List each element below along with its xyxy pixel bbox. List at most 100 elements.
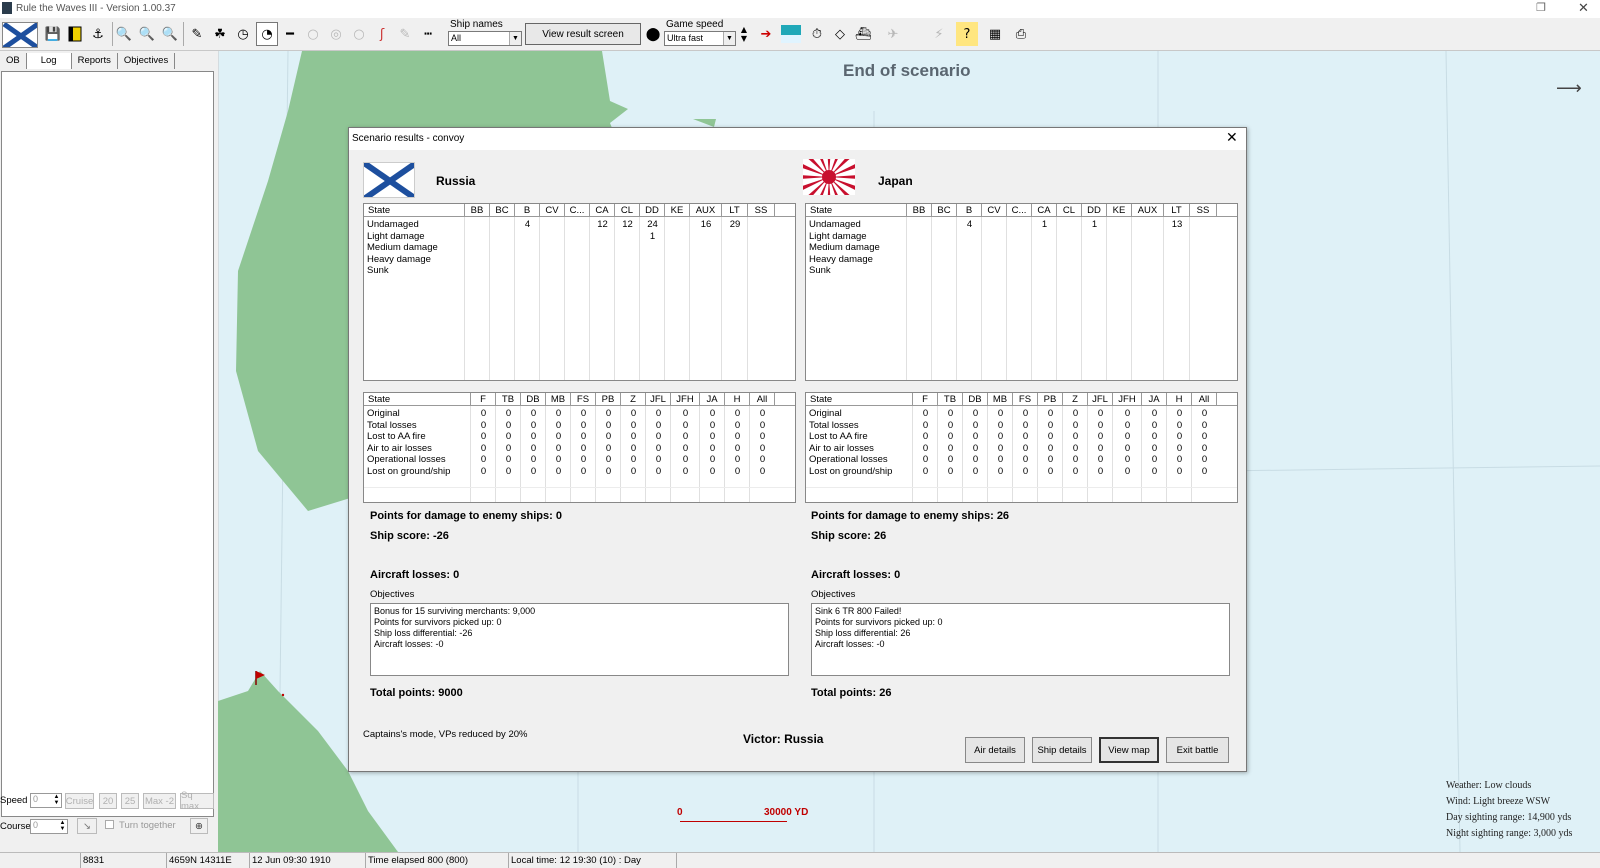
formation-icon[interactable]: ☘ [209,22,231,46]
zoom-fit-icon[interactable]: 🔍 [159,22,181,46]
circle-dim-icon[interactable]: ○ [348,22,370,46]
column-header[interactable]: JFL [646,393,671,406]
view-result-screen-button[interactable]: View result screen [525,23,641,45]
column-header[interactable]: BB [907,204,932,217]
column-header[interactable]: LT [1164,204,1190,217]
column-header[interactable]: CA [1032,204,1057,217]
turn-together-checkbox[interactable] [105,820,114,829]
russian-flag-icon[interactable] [2,22,38,48]
right-aircraft-table[interactable]: State F TB DB MB FS PB Z JFL JFH JA H All Original 0 0 0… [805,392,1238,503]
red-arrow-icon[interactable]: ➔ [755,22,777,46]
close-icon[interactable]: ✕ [1226,130,1238,146]
tab-log[interactable]: Log [26,53,72,69]
fleet-icon[interactable]: ⚓ [87,22,109,46]
column-header[interactable]: JA [1142,393,1167,406]
column-header[interactable]: All [1192,393,1217,406]
column-header[interactable]: DB [963,393,988,406]
clock-icon[interactable]: ◷ [232,22,254,46]
speed-max2-button[interactable]: Max -2 [143,793,176,809]
column-header[interactable]: Z [621,393,646,406]
ship-names-select[interactable]: All ▼ [448,31,522,46]
column-header[interactable]: F [913,393,938,406]
column-header[interactable]: All [750,393,775,406]
speed-20-button[interactable]: 20 [99,793,117,809]
column-header[interactable]: SS [748,204,775,217]
column-header[interactable]: FS [1013,393,1038,406]
record-icon[interactable]: ⬤ [645,26,661,42]
column-header[interactable]: JFH [1113,393,1142,406]
column-header[interactable]: CV [982,204,1007,217]
column-header[interactable]: BC [490,204,515,217]
column-header[interactable]: TB [496,393,521,406]
left-objectives-list[interactable]: Bonus for 15 surviving merchants: 9,000 … [370,603,789,676]
column-header[interactable]: TB [938,393,963,406]
column-header[interactable]: CL [1057,204,1082,217]
column-header[interactable]: Z [1063,393,1088,406]
column-header[interactable]: State [364,393,471,406]
column-header[interactable]: B [515,204,540,217]
lightning-icon[interactable]: ⚡ [928,22,950,46]
speed-25-button[interactable]: 25 [121,793,139,809]
circle-target-icon[interactable]: ◎ [325,22,347,46]
column-header[interactable]: KE [1107,204,1132,217]
torpedo-track-icon[interactable]: ʃ [371,22,393,46]
column-header[interactable]: AUX [690,204,722,217]
aircraft-icon[interactable]: ✈ [878,22,908,46]
column-header[interactable]: State [806,204,907,217]
restore-icon[interactable]: ❐ [1536,1,1546,14]
stopwatch-icon[interactable]: ⏱ [806,22,828,46]
view-map-button[interactable]: View map [1099,737,1159,763]
circle-green-icon[interactable]: ○ [302,22,324,46]
column-header[interactable]: FS [571,393,596,406]
ship-icon[interactable]: ⛴ [852,22,874,46]
right-objectives-list[interactable]: Sink 6 TR 800 Failed! Points for survivo… [811,603,1230,676]
column-header[interactable]: JFH [671,393,700,406]
log-list[interactable] [1,71,214,817]
column-header[interactable]: BB [465,204,490,217]
right-ship-damage-table[interactable]: State BB BC B CV C... CA CL DD KE AUX LT SS Undamaged… [805,203,1238,381]
speed-sqmax-button[interactable]: Sq max [180,790,214,812]
column-header[interactable]: DB [521,393,546,406]
pencil-icon[interactable]: ✎ [394,22,416,46]
column-header[interactable]: PB [596,393,621,406]
column-header[interactable]: JA [700,393,725,406]
speed-cruise-button[interactable]: Cruise [65,793,94,809]
column-header[interactable]: H [1167,393,1192,406]
column-header[interactable]: AUX [1132,204,1164,217]
column-header[interactable]: MB [988,393,1013,406]
column-header[interactable]: DD [1082,204,1107,217]
help-icon[interactable]: ? [956,22,978,46]
column-header[interactable]: CL [615,204,640,217]
exit-battle-button[interactable]: Exit battle [1166,737,1229,763]
column-header[interactable]: SS [1190,204,1217,217]
column-header[interactable]: CV [540,204,565,217]
print-icon[interactable]: ⎙ [1010,22,1032,46]
tab-ob[interactable]: OB [0,53,27,69]
column-header[interactable]: MB [546,393,571,406]
eraser-icon[interactable]: ◇ [829,22,851,46]
line-icon[interactable]: ━ [279,22,301,46]
close-window-icon[interactable]: ✕ [1578,0,1589,16]
course-set-icon[interactable]: ↘ [77,818,97,834]
air-details-button[interactable]: Air details [965,737,1025,763]
column-header[interactable]: State [806,393,913,406]
column-header[interactable]: JFL [1088,393,1113,406]
speed-spinner[interactable]: 0 ▲ ▼ [30,793,62,808]
ship-details-button[interactable]: Ship details [1032,737,1092,763]
course-spinner[interactable]: 0 ▲ ▼ [30,819,68,834]
report-icon[interactable]: ▦ [984,22,1006,46]
sea-map-icon[interactable] [780,22,802,46]
column-header[interactable]: CA [590,204,615,217]
column-header[interactable]: C... [1007,204,1032,217]
zoom-out-icon[interactable]: 🔍 [136,22,158,46]
speed-stepper-icon[interactable]: ▲ ▼ [737,22,751,46]
left-ship-damage-table[interactable]: State BB BC B CV C... CA CL DD KE AUX LT SS Undamaged… [363,203,796,381]
tab-objectives[interactable]: Objectives [118,53,176,69]
zoom-in-icon[interactable]: 🔍 [113,22,135,46]
column-header[interactable]: B [957,204,982,217]
column-header[interactable]: DD [640,204,665,217]
save-icon[interactable]: 💾 [42,22,64,46]
column-header[interactable]: C... [565,204,590,217]
tab-reports[interactable]: Reports [72,53,118,69]
column-header[interactable]: F [471,393,496,406]
